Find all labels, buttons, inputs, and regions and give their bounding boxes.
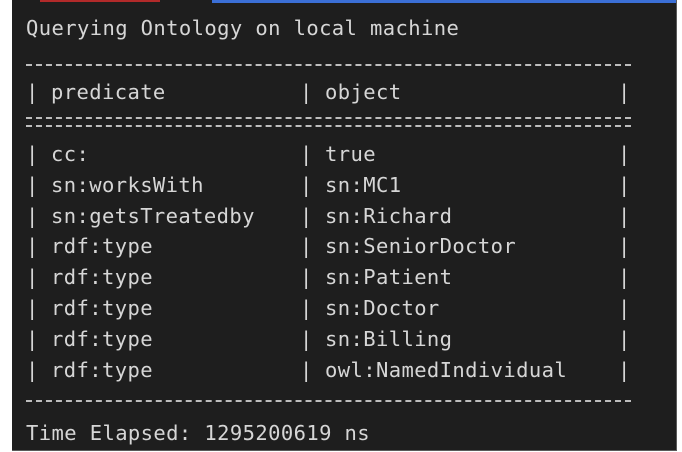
table-header-double-rule: [26, 117, 631, 127]
terminal-window: Querying Ontology on local machine | pre…: [12, 0, 677, 451]
cell-separator: |: [300, 172, 313, 197]
cell-object: sn:Doctor: [325, 296, 440, 320]
cell-separator: |: [26, 234, 39, 259]
cell-separator: |: [618, 203, 631, 228]
cell-predicate: sn:getsTreatedby: [51, 203, 255, 228]
cell-separator: |: [300, 142, 313, 166]
table-row: | rdf:type | sn:Doctor |: [26, 293, 666, 323]
cell-separator: |: [618, 80, 631, 104]
window-top-strip: [12, 0, 676, 6]
cell-separator: |: [26, 142, 39, 166]
cell-separator: |: [618, 265, 631, 290]
cell-object: sn:MC1: [325, 172, 402, 197]
table-header-row: | predicate | object |: [26, 77, 666, 107]
top-strip-blue-segment: [212, 0, 676, 3]
cell-separator: |: [26, 80, 39, 104]
cell-separator: |: [618, 296, 631, 320]
cell-predicate: rdf:type: [51, 357, 153, 382]
cell-separator: |: [26, 203, 39, 228]
cell-separator: |: [26, 265, 39, 290]
cell-predicate: sn:worksWith: [51, 172, 204, 197]
cell-separator: |: [618, 357, 631, 382]
cell-separator: |: [26, 296, 39, 320]
table-row: | rdf:type | sn:Billing |: [26, 324, 666, 354]
cell-object: sn:SeniorDoctor: [325, 234, 517, 259]
cell-object: sn:Billing: [325, 326, 453, 351]
cell-predicate: rdf:type: [51, 265, 153, 290]
table-row: | sn:worksWith | sn:MC1 |: [26, 170, 666, 200]
table-top-rule: [26, 64, 631, 68]
query-header: Querying Ontology on local machine: [26, 16, 460, 40]
column-header-object: object: [325, 80, 402, 104]
column-header-predicate: predicate: [51, 80, 166, 104]
cell-separator: |: [618, 172, 631, 197]
cell-object: owl:NamedIndividual: [325, 357, 568, 382]
table-row: | cc: | true |: [26, 139, 666, 169]
table-row: | sn:getsTreatedby | sn:Richard |: [26, 201, 666, 231]
time-elapsed-footer: Time Elapsed: 1295200619 ns: [26, 421, 371, 445]
cell-predicate: rdf:type: [51, 296, 153, 320]
cell-separator: |: [300, 296, 313, 320]
table-row: | rdf:type | sn:SeniorDoctor |: [26, 231, 666, 261]
top-strip-red-segment: [40, 0, 160, 2]
cell-separator: |: [618, 326, 631, 351]
cell-object: true: [325, 142, 376, 166]
cell-separator: |: [300, 357, 313, 382]
cell-object: sn:Patient: [325, 265, 453, 290]
cell-separator: |: [618, 142, 631, 166]
cell-separator: |: [26, 172, 39, 197]
cell-separator: |: [300, 234, 313, 259]
table-row: | rdf:type | sn:Patient |: [26, 262, 666, 292]
cell-predicate: cc:: [51, 142, 90, 166]
cell-separator: |: [26, 326, 39, 351]
cell-separator: |: [300, 80, 313, 104]
cell-predicate: rdf:type: [51, 234, 153, 259]
cell-separator: |: [26, 357, 39, 382]
table-bottom-rule: [26, 400, 631, 404]
cell-object: sn:Richard: [325, 203, 453, 228]
cell-predicate: rdf:type: [51, 326, 153, 351]
cell-separator: |: [300, 265, 313, 290]
cell-separator: |: [618, 234, 631, 259]
cell-separator: |: [300, 203, 313, 228]
cell-separator: |: [300, 326, 313, 351]
table-row: | rdf:type | owl:NamedIndividual |: [26, 355, 666, 385]
